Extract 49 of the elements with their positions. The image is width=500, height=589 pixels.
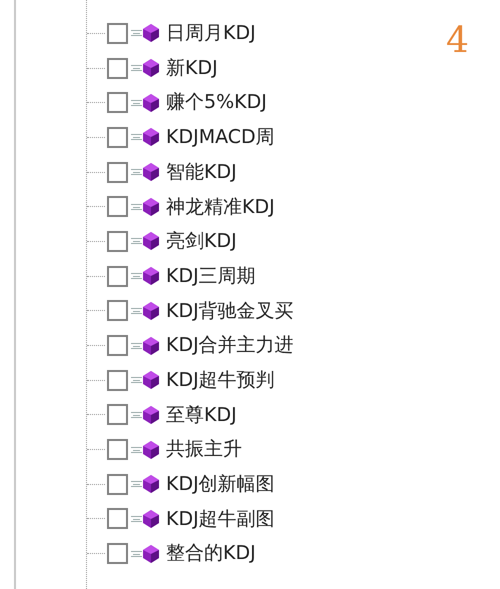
indicator-name[interactable]: 新KDJ	[166, 54, 218, 82]
indicator-name[interactable]: KDJ三周期	[166, 262, 256, 290]
gem-icon	[143, 128, 159, 146]
indicator-name[interactable]: KDJ创新幅图	[166, 470, 275, 499]
checkbox[interactable]	[107, 266, 128, 287]
checkbox[interactable]	[107, 474, 128, 495]
gem-icon	[143, 232, 159, 250]
gem-icon	[143, 336, 159, 355]
gem-icon	[143, 163, 159, 182]
gem-icon	[143, 371, 159, 390]
checkbox[interactable]	[107, 404, 128, 426]
checkbox[interactable]	[107, 370, 128, 391]
checkbox[interactable]	[107, 92, 128, 114]
checkbox[interactable]	[107, 58, 128, 79]
indicator-name[interactable]: 至尊KDJ	[166, 400, 237, 430]
indicator-name[interactable]: 神龙精准KDJ	[166, 192, 275, 222]
indicator-name[interactable]: 智能KDJ	[166, 158, 237, 186]
checkbox[interactable]	[107, 126, 128, 148]
checkbox[interactable]	[107, 439, 128, 460]
gem-icon	[143, 510, 159, 528]
gem-icon	[143, 59, 159, 78]
indicator-name[interactable]: KDJ超牛副图	[166, 504, 275, 534]
gem-icon	[143, 406, 159, 424]
indicator-name[interactable]: KDJ超牛预判	[166, 366, 275, 394]
indicator-name[interactable]: 亮剑KDJ	[166, 227, 237, 256]
gem-icon	[143, 440, 159, 459]
checkbox[interactable]	[107, 162, 128, 183]
checkbox[interactable]	[107, 543, 128, 564]
checkbox[interactable]	[107, 508, 128, 530]
checkbox[interactable]	[107, 230, 128, 252]
indicator-name[interactable]: KDJ背驰金叉买	[166, 296, 294, 326]
gem-icon	[143, 198, 159, 216]
gem-icon	[143, 302, 159, 320]
indicator-name[interactable]: 赚个5%KDJ	[166, 88, 267, 117]
checkbox[interactable]	[107, 335, 128, 356]
indicator-name[interactable]: KDJ合并主力进	[166, 331, 294, 360]
gem-icon	[143, 24, 159, 42]
indicator-name[interactable]: 整合的KDJ	[166, 539, 256, 568]
page-number: 4	[446, 19, 469, 63]
indicator-name[interactable]: 日周月KDJ	[166, 19, 256, 48]
indicator-name[interactable]: KDJMACD周	[166, 123, 275, 152]
indicator-name[interactable]: 共振主升	[166, 435, 242, 464]
checkbox[interactable]	[107, 300, 128, 322]
gem-icon	[143, 94, 159, 112]
gem-icon	[143, 475, 159, 494]
checkbox[interactable]	[107, 22, 128, 44]
gem-icon	[143, 267, 159, 286]
gem-icon	[143, 544, 159, 563]
checkbox[interactable]	[107, 196, 128, 218]
